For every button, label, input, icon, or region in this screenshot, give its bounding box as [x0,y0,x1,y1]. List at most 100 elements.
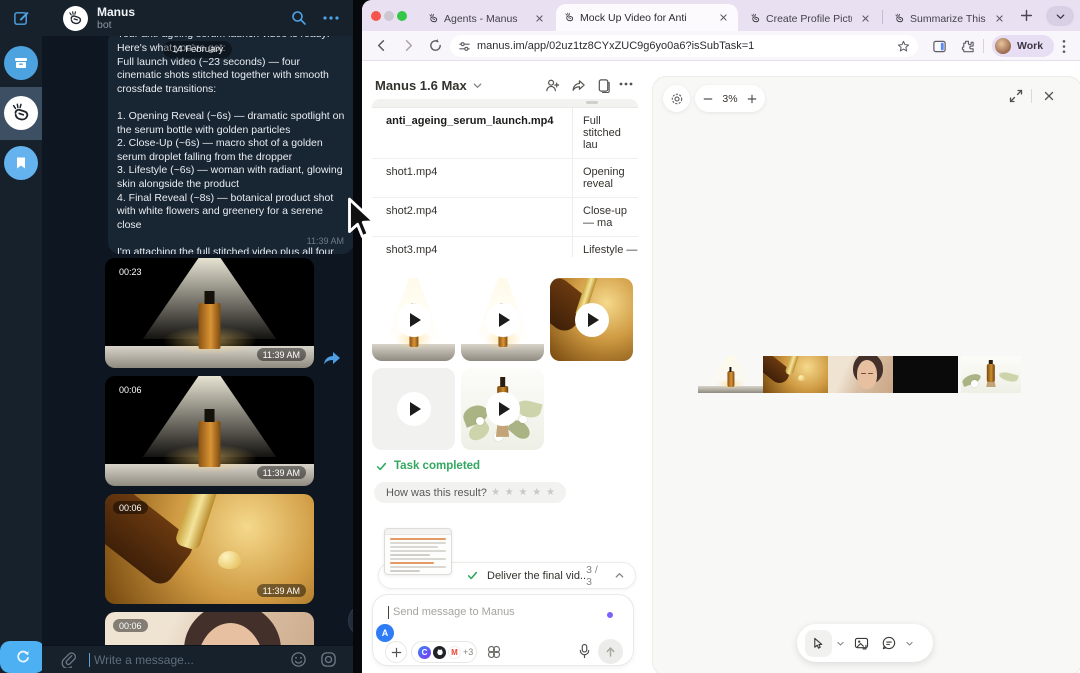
table-row[interactable]: shot1.mp4 Opening reveal [372,159,638,198]
tab-search-button[interactable] [1046,6,1074,26]
back-icon[interactable] [374,38,389,53]
zoom-out-icon[interactable] [703,94,713,104]
tab-summarize-this-week[interactable]: Summarize This Week' [886,6,1014,31]
files-table: anti_ageing_serum_launch.mp4 Full stitch… [372,99,638,257]
close-tab-icon[interactable] [716,11,730,25]
integrations-icon[interactable] [486,644,502,660]
close-preview-icon[interactable] [1043,90,1055,102]
close-tab-icon[interactable] [992,12,1006,26]
video-thumb-shot3[interactable] [372,368,455,450]
tab-agents-manus[interactable]: Agents - Manus [420,6,554,31]
bookmark-star-icon[interactable] [897,40,910,53]
video-message-1[interactable]: 00:23 11:39 AM [105,258,314,368]
comment-tool-chevron[interactable] [905,639,914,648]
video-filmstrip[interactable] [698,356,1021,393]
new-tab-icon[interactable] [1020,9,1033,22]
video-record-icon[interactable] [320,651,337,668]
play-icon[interactable] [575,303,609,337]
refresh-button[interactable] [0,641,45,673]
compose-icon[interactable] [13,10,30,27]
terminal-snippet-thumb[interactable] [384,528,452,575]
add-attachment-button[interactable] [385,641,407,663]
emoji-icon[interactable] [290,651,307,668]
play-icon[interactable] [486,303,520,337]
cursor-tool-button[interactable] [805,630,832,657]
mic-icon[interactable] [578,643,591,659]
browser-menu-icon[interactable] [1062,39,1066,54]
send-button[interactable] [598,639,623,664]
session-title[interactable]: Manus 1.6 Max [375,78,483,93]
collapse-icon[interactable] [614,570,625,581]
filmstrip-frame-4[interactable] [893,356,958,393]
play-icon[interactable] [486,392,520,426]
video-thumb-shot2[interactable] [550,278,633,361]
chat-header: Manus bot [42,0,353,36]
filmstrip-frame-1[interactable] [698,356,763,393]
video-time-badge: 11:39 AM [257,348,306,361]
video-thumb-shot4[interactable] [461,368,544,450]
telegram-window: Your anti-ageing serum launch video is r… [0,0,353,673]
search-icon[interactable] [291,10,307,26]
filmstrip-frame-3[interactable] [828,356,893,393]
sidebar-item-manus-chat[interactable] [4,96,38,130]
files-icon[interactable] [597,78,611,93]
site-info-icon[interactable] [458,40,471,53]
play-icon[interactable] [397,303,431,337]
table-row[interactable]: shot3.mp4 Lifestyle — won [372,237,638,257]
video-time-badge: 11:39 AM [257,466,306,479]
telegram-sidebar [0,0,42,673]
profile-chip[interactable]: Work [992,35,1054,57]
fullscreen-icon[interactable] [1009,89,1023,103]
table-scrollbar[interactable] [586,101,598,104]
forward-arrow-icon[interactable] [323,350,341,366]
play-icon[interactable] [397,392,431,426]
minimize-window-button[interactable] [384,11,394,21]
extensions-puzzle-icon[interactable] [960,39,975,54]
cursor-tool-chevron[interactable] [836,639,845,648]
video-time-badge: 11:39 AM [257,584,306,597]
preview-settings-button[interactable] [663,85,690,112]
filmstrip-frame-5[interactable] [961,356,1021,393]
video-thumb-launch[interactable] [372,278,455,361]
video-duration-badge: 00:06 [113,501,148,514]
close-tab-icon[interactable] [532,12,546,26]
scroll-to-bottom-button[interactable] [348,604,353,637]
video-thumb-shot1[interactable] [461,278,544,361]
filmstrip-frame-2[interactable] [763,356,828,393]
table-row[interactable]: shot2.mp4 Close-up — ma [372,198,638,237]
screenshot-tool-button[interactable] [849,630,873,657]
session-menu-icon[interactable] [619,82,633,86]
status-dot [607,612,613,618]
chat-avatar[interactable] [63,6,88,31]
close-tab-icon[interactable] [858,12,872,26]
share-icon[interactable] [571,78,586,93]
tab-mock-up-video[interactable]: Mock Up Video for Anti [556,4,738,31]
tab-create-profile-pictures[interactable]: Create Profile Pictures [742,6,880,31]
rating-stars[interactable]: ★ ★ ★ ★ ★ [491,487,556,498]
video-message-2[interactable]: 00:06 11:39 AM [105,376,314,486]
omnibox[interactable]: manus.im/app/02uz1tz8CYxZUC9g6yo0a6?isSu… [450,35,918,57]
reload-icon[interactable] [428,38,443,53]
zoom-window-button[interactable] [397,11,407,21]
message-input[interactable] [92,652,262,668]
forward-icon[interactable] [401,38,416,53]
video-message-3[interactable]: 00:06 11:39 AM [105,494,314,604]
attach-icon[interactable] [60,651,77,668]
manus-message-input[interactable] [391,605,591,619]
task-status-label: Task completed [394,460,480,472]
archived-chats-avatar[interactable] [4,46,38,80]
chat-menu-icon[interactable] [323,16,339,20]
preview-toolbar [797,624,933,662]
github-icon [433,646,446,659]
connectors-chip[interactable]: C M +3 [411,641,477,663]
table-row[interactable]: anti_ageing_serum_launch.mp4 Full stitch… [372,108,638,159]
comment-tool-button[interactable] [877,630,901,657]
manus-composer: A C M +3 [372,594,634,666]
zoom-in-icon[interactable] [747,94,757,104]
close-window-button[interactable] [371,11,381,21]
side-panel-icon[interactable] [932,39,947,54]
message-body: Full launch video (~23 seconds) — four c… [117,56,345,254]
profile-avatar [995,38,1011,54]
invite-member-icon[interactable] [545,78,560,93]
saved-messages-avatar[interactable] [4,146,38,180]
